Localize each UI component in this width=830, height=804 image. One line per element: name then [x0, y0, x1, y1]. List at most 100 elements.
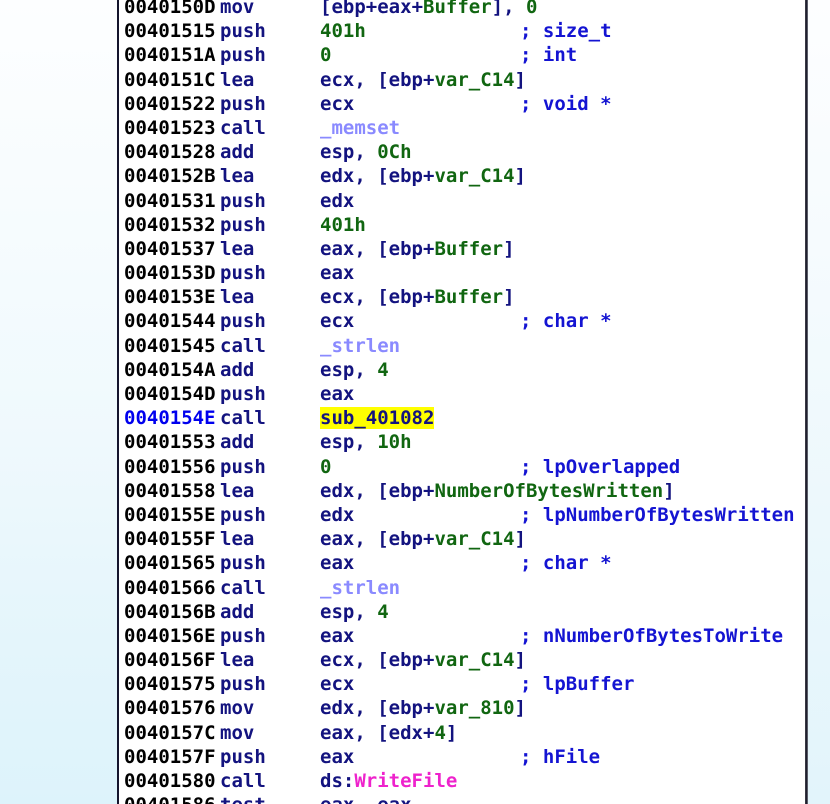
instruction-address[interactable]: 0040153D	[124, 261, 216, 285]
instruction-operands[interactable]: edx	[320, 189, 354, 213]
library-func-strlen[interactable]: _strlen	[320, 577, 400, 599]
instruction-operands[interactable]: eax	[320, 624, 354, 648]
instruction-address[interactable]: 0040156F	[124, 648, 216, 672]
disassembly-row[interactable]: 0040152B lea edx, [ebp+var_C14]	[120, 164, 805, 188]
operand-local-var[interactable]: var_C14	[434, 165, 514, 187]
instruction-operands[interactable]: eax, [edx+4]	[320, 721, 457, 745]
instruction-address[interactable]: 00401545	[124, 334, 216, 358]
operand-local-var[interactable]: var_C14	[434, 69, 514, 91]
disassembly-row[interactable]: 0040151A push 0 ; int	[120, 43, 805, 67]
instruction-operands[interactable]: esp, 4	[320, 358, 389, 382]
instruction-operands[interactable]: eax	[320, 382, 354, 406]
instruction-operands[interactable]: eax	[320, 261, 354, 285]
disassembly-row[interactable]: 00401586 test eax, eax	[120, 793, 805, 804]
instruction-operands[interactable]: ecx	[320, 309, 354, 333]
disassembly-row[interactable]: 00401576 mov edx, [ebp+var_810]	[120, 696, 805, 720]
instruction-address[interactable]: 00401576	[124, 696, 216, 720]
disassembly-row[interactable]: 0040156B add esp, 4	[120, 600, 805, 624]
instruction-address[interactable]: 00401537	[124, 237, 216, 261]
disassembly-row[interactable]: 0040155F lea eax, [ebp+var_C14]	[120, 527, 805, 551]
instruction-address[interactable]: 0040154E	[124, 406, 216, 430]
instruction-address[interactable]: 0040155E	[124, 503, 216, 527]
instruction-address[interactable]: 00401575	[124, 672, 216, 696]
disassembly-row[interactable]: 0040154D push eax	[120, 382, 805, 406]
call-target-sub_401082[interactable]: sub_401082	[320, 407, 435, 430]
instruction-address[interactable]: 00401558	[124, 479, 216, 503]
instruction-operands[interactable]: ds:WriteFile	[320, 769, 457, 793]
disassembly-row[interactable]: 0040156E push eax ; nNumberOfBytesToWrite	[120, 624, 805, 648]
instruction-address[interactable]: 00401586	[124, 793, 216, 804]
disassembly-row[interactable]: 00401532 push 401h	[120, 213, 805, 237]
instruction-operands[interactable]: ecx, [ebp+var_C14]	[320, 648, 526, 672]
disassembly-row[interactable]: 0040157F push eax ; hFile	[120, 745, 805, 769]
instruction-address[interactable]: 00401556	[124, 455, 216, 479]
operand-local-var[interactable]: Buffer	[434, 286, 503, 308]
instruction-address[interactable]: 0040155F	[124, 527, 216, 551]
disassembly-row[interactable]: 00401523 call _memset	[120, 116, 805, 140]
instruction-address[interactable]: 00401580	[124, 769, 216, 793]
disassembly-row[interactable]: 0040156F lea ecx, [ebp+var_C14]	[120, 648, 805, 672]
instruction-comment[interactable]: ; char *	[520, 551, 612, 575]
disassembly-row[interactable]: 00401537 lea eax, [ebp+Buffer]	[120, 237, 805, 261]
instruction-address[interactable]: 00401528	[124, 140, 216, 164]
disassembly-row[interactable]: 00401528 add esp, 0Ch	[120, 140, 805, 164]
disassembly-row[interactable]: 0040154A add esp, 4	[120, 358, 805, 382]
instruction-address[interactable]: 00401515	[124, 19, 216, 43]
instruction-operands[interactable]: 401h	[320, 213, 366, 237]
operand-local-var[interactable]: var_810	[434, 697, 514, 719]
instruction-operands[interactable]: _memset	[320, 116, 400, 140]
instruction-operands[interactable]: eax, [ebp+var_C14]	[320, 527, 526, 551]
instruction-address[interactable]: 0040154D	[124, 382, 216, 406]
instruction-address[interactable]: 00401565	[124, 551, 216, 575]
disassembly-row[interactable]: 00401522 push ecx ; void *	[120, 92, 805, 116]
instruction-address[interactable]: 0040151C	[124, 68, 216, 92]
instruction-operands[interactable]: edx, [ebp+NumberOfBytesWritten]	[320, 479, 675, 503]
operand-local-var[interactable]: var_C14	[434, 649, 514, 671]
instruction-operands[interactable]: ecx, [ebp+var_C14]	[320, 68, 526, 92]
disassembly-row[interactable]: 00401531 push edx	[120, 189, 805, 213]
instruction-address[interactable]: 0040150D	[124, 0, 216, 19]
instruction-address[interactable]: 0040153E	[124, 285, 216, 309]
disassembly-row[interactable]: 0040155E push edx ; lpNumberOfBytesWritten	[120, 503, 805, 527]
instruction-address[interactable]: 00401531	[124, 189, 216, 213]
instruction-operands[interactable]: eax, eax	[320, 793, 412, 804]
instruction-address[interactable]: 0040156E	[124, 624, 216, 648]
disassembly-row[interactable]: 00401544 push ecx ; char *	[120, 309, 805, 333]
instruction-operands[interactable]: esp, 10h	[320, 430, 412, 454]
instruction-operands[interactable]: 0	[320, 455, 331, 479]
instruction-address[interactable]: 00401532	[124, 213, 216, 237]
instruction-comment[interactable]: ; lpOverlapped	[520, 455, 680, 479]
instruction-comment[interactable]: ; lpNumberOfBytesWritten	[520, 503, 795, 527]
instruction-operands[interactable]: esp, 0Ch	[320, 140, 412, 164]
disassembly-row[interactable]: 00401575 push ecx ; lpBuffer	[120, 672, 805, 696]
import-api-writefile[interactable]: WriteFile	[354, 770, 457, 792]
disassembly-row[interactable]: 0040151C lea ecx, [ebp+var_C14]	[120, 68, 805, 92]
instruction-operands[interactable]: eax, [ebp+Buffer]	[320, 237, 515, 261]
library-func-memset[interactable]: _memset	[320, 117, 400, 139]
instruction-comment[interactable]: ; void *	[520, 92, 612, 116]
instruction-address[interactable]: 0040151A	[124, 43, 216, 67]
instruction-address[interactable]: 0040156B	[124, 600, 216, 624]
instruction-operands[interactable]: edx, [ebp+var_C14]	[320, 164, 526, 188]
disassembly-row[interactable]: 00401580 call ds:WriteFile	[120, 769, 805, 793]
instruction-operands[interactable]: ecx	[320, 92, 354, 116]
instruction-operands[interactable]: 401h	[320, 19, 366, 43]
instruction-operands[interactable]: esp, 4	[320, 600, 389, 624]
instruction-operands[interactable]: _strlen	[320, 334, 400, 358]
instruction-address[interactable]: 0040157C	[124, 721, 216, 745]
operand-local-var[interactable]: var_C14	[434, 528, 514, 550]
instruction-address[interactable]: 0040154A	[124, 358, 216, 382]
instruction-address[interactable]: 00401523	[124, 116, 216, 140]
instruction-operands[interactable]: eax	[320, 745, 354, 769]
instruction-comment[interactable]: ; lpBuffer	[520, 672, 634, 696]
disassembly-listing[interactable]: 0040150D mov [ebp+eax+Buffer], 0 00401515 pu…	[120, 0, 805, 804]
disassembly-row[interactable]: 0040153E lea ecx, [ebp+Buffer]	[120, 285, 805, 309]
disassembly-row[interactable]: 0040154E call sub_401082	[120, 406, 805, 430]
instruction-address[interactable]: 00401544	[124, 309, 216, 333]
disassembly-row[interactable]: 00401556 push 0 ; lpOverlapped	[120, 455, 805, 479]
instruction-address[interactable]: 0040152B	[124, 164, 216, 188]
disassembly-row[interactable]: 0040150D mov [ebp+eax+Buffer], 0	[120, 0, 805, 19]
instruction-operands[interactable]: edx	[320, 503, 354, 527]
instruction-operands[interactable]: eax	[320, 551, 354, 575]
disassembly-row[interactable]: 00401565 push eax ; char *	[120, 551, 805, 575]
